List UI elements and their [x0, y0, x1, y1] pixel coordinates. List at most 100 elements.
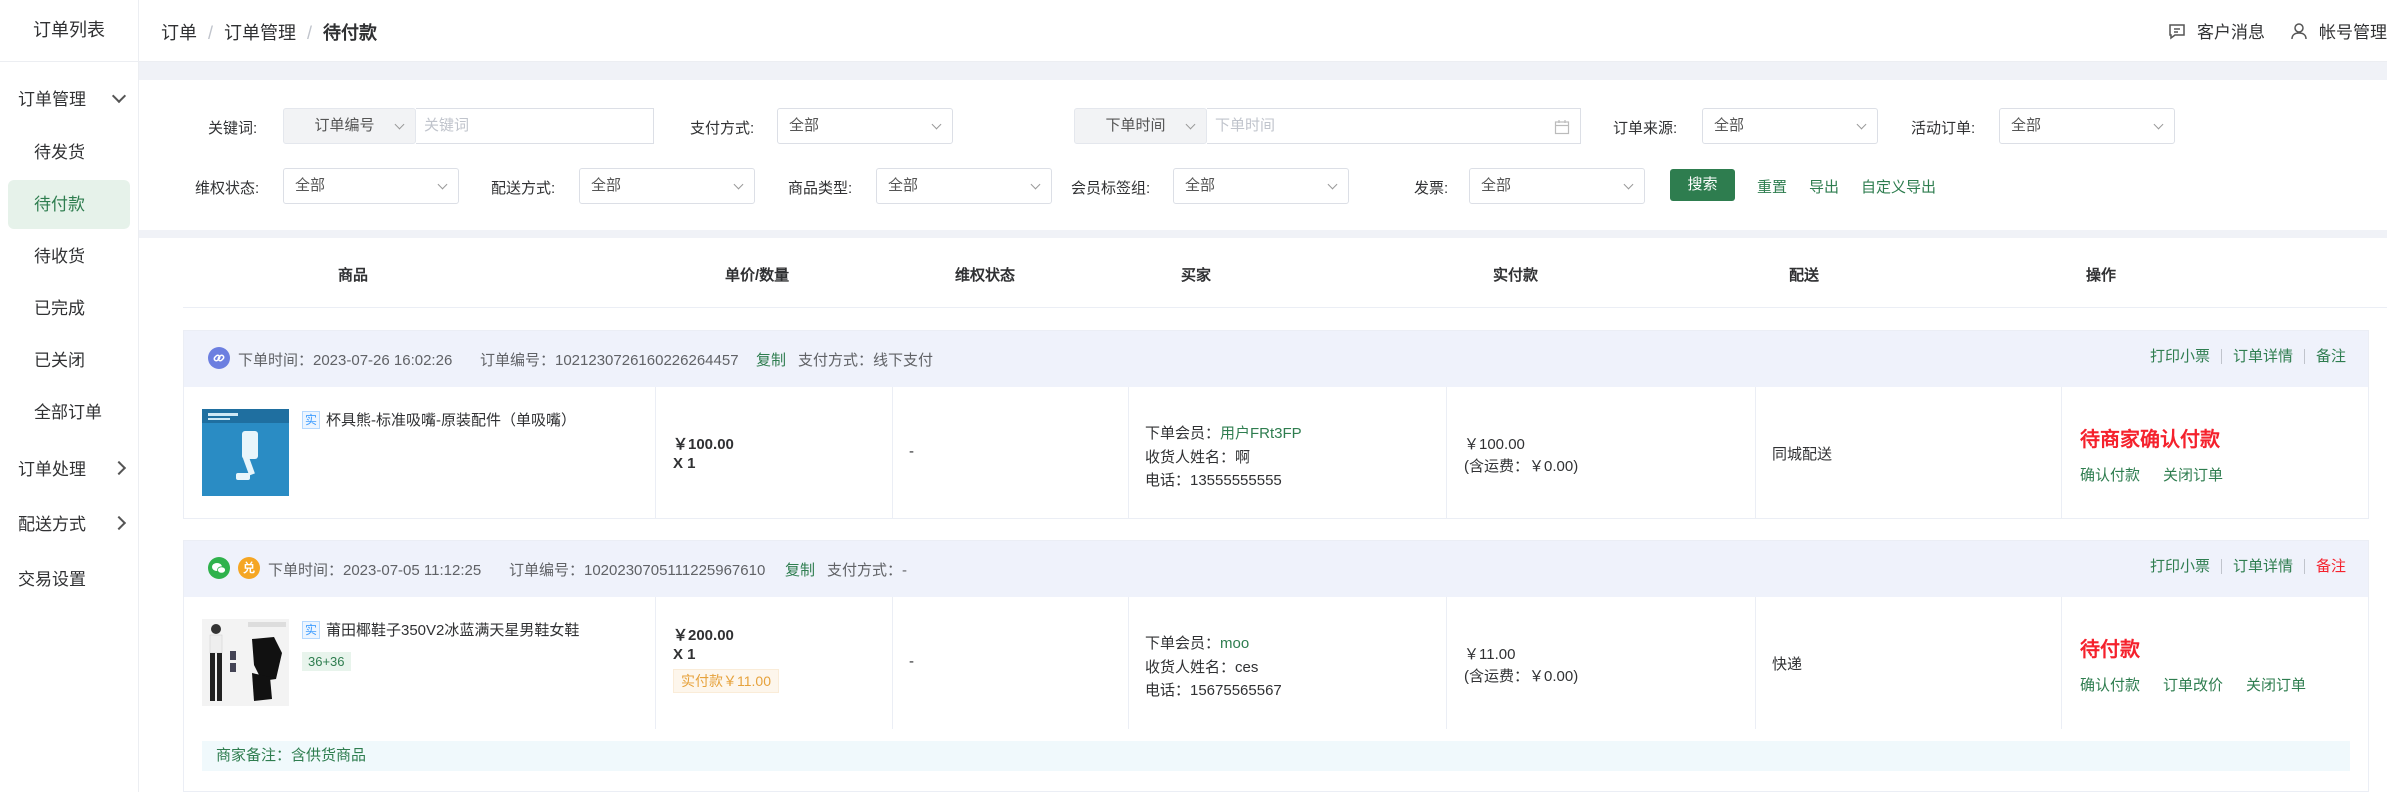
pay-method: 支付方式：线下支付 [798, 352, 934, 369]
pay-method: 支付方式：- [827, 562, 907, 579]
sidebar-item-to-ship[interactable]: 待发货 [8, 128, 130, 177]
export-button[interactable]: 导出 [1809, 176, 1839, 197]
chevron-down-icon [111, 88, 127, 103]
rights-status-label: 维权状态: [195, 180, 260, 197]
sidebar-group-order-management[interactable]: 订单管理 [0, 70, 138, 125]
goods-title-text: 莆田椰鞋子350V2冰蓝满天星男鞋女鞋 [326, 622, 580, 639]
invoice-label: 发票: [1414, 180, 1449, 197]
member-label: 下单会员： [1145, 635, 1221, 652]
member-name-link[interactable]: 用户FRt3FP [1220, 425, 1302, 442]
sidebar-item-to-receive[interactable]: 待收货 [8, 232, 130, 281]
column-price-qty: 单价/数量 [725, 267, 790, 284]
custom-export-button[interactable]: 自定义导出 [1861, 176, 1936, 197]
sidebar-item-closed[interactable]: 已关闭 [8, 336, 130, 385]
keyword-input[interactable]: 关键词 [416, 108, 654, 144]
column-actions: 操作 [2086, 267, 2117, 284]
sidebar-title: 订单列表 [0, 0, 138, 62]
chevron-down-icon [437, 179, 448, 190]
physical-goods-tag: 实 [302, 621, 320, 639]
sidebar-group-label: 订单处理 [18, 460, 86, 479]
copy-button[interactable]: 复制 [756, 349, 786, 370]
order-detail-button[interactable]: 订单详情 [2222, 349, 2305, 364]
invoice-select[interactable]: 全部 [1469, 168, 1645, 204]
paid-amount: ￥100.00 [1464, 436, 1525, 453]
order-detail-button[interactable]: 订单详情 [2222, 559, 2305, 574]
actions-cell: 待商家确认付款 确认付款 关闭订单 [2062, 387, 2368, 519]
pay-method-value: 全部 [789, 117, 820, 134]
remark-button[interactable]: 备注 [2305, 559, 2346, 574]
order-header: 兑 下单时间：2023-07-05 11:12:25 订单编号：10202307… [184, 541, 2368, 597]
chevron-down-icon [1185, 119, 1196, 130]
account-management-link[interactable]: 帐号管理 [2289, 18, 2387, 43]
order-table: 商品 单价/数量 维权状态 买家 实付款 配送 操作 下单时间：2023-07-… [139, 238, 2387, 792]
sku-spec-tag: 36+36 [302, 652, 351, 671]
sidebar-item-all-orders[interactable]: 全部订单 [8, 388, 130, 437]
column-delivery: 配送 [1789, 267, 1820, 284]
activity-select[interactable]: 全部 [1999, 108, 2175, 144]
paid-cell: ￥100.00 (含运费：￥0.00) [1447, 387, 1756, 519]
activity-label: 活动订单: [1911, 120, 1976, 137]
product-thumbnail[interactable] [202, 409, 289, 496]
receiver-name: 收货人姓名：啊 [1145, 449, 1251, 466]
change-price-button[interactable]: 订单改价 [2163, 674, 2223, 695]
search-button[interactable]: 搜索 [1670, 169, 1735, 201]
activity-value: 全部 [2011, 117, 2042, 134]
goods-title[interactable]: 实杯具熊-标准吸嘴-原装配件（单吸嘴） [302, 409, 576, 430]
breadcrumb-item[interactable]: 订单管理 [224, 23, 296, 43]
time-type-select[interactable]: 下单时间 [1074, 108, 1207, 144]
column-goods: 商品 [338, 267, 369, 284]
sidebar-item-pending-payment[interactable]: 待付款 [8, 180, 130, 229]
copy-button[interactable]: 复制 [785, 559, 815, 580]
close-order-button[interactable]: 关闭订单 [2246, 674, 2306, 695]
goods-type-select[interactable]: 全部 [876, 168, 1052, 204]
quantity: X 1 [673, 455, 696, 472]
sidebar-group-delivery[interactable]: 配送方式 [0, 495, 138, 550]
confirm-payment-button[interactable]: 确认付款 [2080, 674, 2140, 695]
chevron-down-icon [733, 179, 744, 190]
reset-button[interactable]: 重置 [1757, 176, 1787, 197]
freight-note: (含运费：￥0.00) [1464, 668, 1579, 685]
sidebar-item-trade-settings[interactable]: 交易设置 [0, 550, 138, 605]
calendar-icon [1554, 120, 1570, 135]
freight-note: (含运费：￥0.00) [1464, 458, 1579, 475]
breadcrumb-item[interactable]: 订单 [161, 23, 197, 43]
order-card: 兑 下单时间：2023-07-05 11:12:25 订单编号：10202307… [183, 540, 2369, 792]
pay-method-select[interactable]: 全部 [777, 108, 953, 144]
close-order-button[interactable]: 关闭订单 [2163, 464, 2223, 485]
breadcrumb-current: 待付款 [323, 23, 378, 43]
sidebar-item-completed[interactable]: 已完成 [8, 284, 130, 333]
sidebar-group-label: 配送方式 [18, 515, 86, 534]
source-select[interactable]: 全部 [1702, 108, 1878, 144]
customer-messages-link[interactable]: 客户消息 [2167, 18, 2265, 43]
remark-button[interactable]: 备注 [2305, 349, 2346, 364]
confirm-payment-button[interactable]: 确认付款 [2080, 464, 2140, 485]
column-buyer: 买家 [1181, 267, 1212, 284]
delivery-cell: 同城配送 [1756, 387, 2062, 519]
keyword-type-select[interactable]: 订单编号 [283, 108, 416, 144]
order-time: 下单时间：2023-07-05 11:12:25 [268, 562, 482, 579]
goods-type-label: 商品类型: [788, 180, 853, 197]
print-receipt-button[interactable]: 打印小票 [2139, 559, 2222, 574]
chevron-right-icon [111, 515, 127, 530]
rights-status: - [909, 443, 914, 460]
chevron-down-icon [1856, 119, 1867, 130]
sidebar-group-order-processing[interactable]: 订单处理 [0, 440, 138, 495]
pay-method-label: 支付方式: [690, 120, 755, 137]
order-body: 实杯具熊-标准吸嘴-原装配件（单吸嘴） ￥100.00 X 1 - 下单会员：用… [184, 387, 2368, 519]
paid-cell: ￥11.00 (含运费：￥0.00) [1447, 597, 1756, 729]
delivery-select[interactable]: 全部 [579, 168, 755, 204]
order-time: 下单时间：2023-07-26 16:02:26 [238, 352, 453, 369]
redeem-badge-icon: 兑 [238, 557, 260, 579]
goods-cell: 实杯具熊-标准吸嘴-原装配件（单吸嘴） [184, 387, 656, 519]
chevron-right-icon [111, 460, 127, 475]
member-name-link[interactable]: moo [1220, 635, 1249, 652]
user-icon [2291, 22, 2307, 39]
member-tag-select[interactable]: 全部 [1173, 168, 1349, 204]
order-time-picker[interactable]: 下单时间 [1207, 108, 1581, 144]
goods-title[interactable]: 实莆田椰鞋子350V2冰蓝满天星男鞋女鞋 [302, 619, 579, 640]
print-receipt-button[interactable]: 打印小票 [2139, 349, 2222, 364]
order-header: 下单时间：2023-07-26 16:02:26 订单编号：1021230726… [184, 331, 2368, 387]
source-label: 订单来源: [1613, 120, 1678, 137]
product-thumbnail[interactable] [202, 619, 289, 706]
rights-status-select[interactable]: 全部 [283, 168, 459, 204]
